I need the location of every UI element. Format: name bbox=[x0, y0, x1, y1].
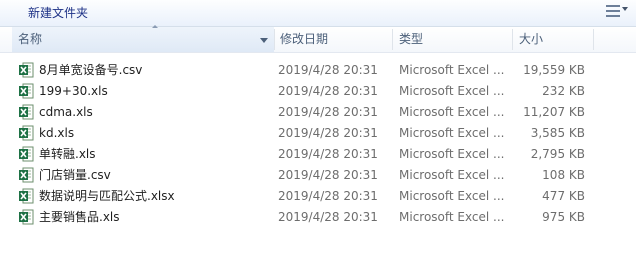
file-type: Microsoft Excel ... bbox=[399, 84, 505, 98]
file-row[interactable]: kd.xls 2019/4/28 20:31 Microsoft Excel .… bbox=[14, 123, 594, 144]
file-size: 232 KB bbox=[542, 84, 585, 98]
file-type: Microsoft Excel ... bbox=[399, 189, 505, 203]
file-size: 3,585 KB bbox=[530, 126, 585, 140]
file-size: 19,559 KB bbox=[523, 63, 585, 77]
file-type: Microsoft Excel ... bbox=[399, 147, 505, 161]
column-header-name-label: 名称 bbox=[18, 32, 43, 46]
column-header-size-label: 大小 bbox=[519, 32, 544, 46]
file-name: cdma.xls bbox=[39, 105, 93, 119]
file-type: Microsoft Excel ... bbox=[399, 126, 505, 140]
excel-file-icon bbox=[19, 125, 34, 141]
file-modified-date: 2019/4/28 20:31 bbox=[278, 189, 378, 203]
file-modified-date: 2019/4/28 20:31 bbox=[278, 84, 378, 98]
file-size: 108 KB bbox=[542, 168, 585, 182]
file-type: Microsoft Excel ... bbox=[399, 210, 505, 224]
column-header-date[interactable]: 修改日期 bbox=[274, 27, 391, 52]
file-type: Microsoft Excel ... bbox=[399, 168, 505, 182]
file-modified-date: 2019/4/28 20:31 bbox=[278, 147, 378, 161]
file-modified-date: 2019/4/28 20:31 bbox=[278, 105, 378, 119]
file-row[interactable]: cdma.xls 2019/4/28 20:31 Microsoft Excel… bbox=[14, 102, 594, 123]
command-bar: 新建文件夹 bbox=[0, 0, 636, 27]
file-name: 8月单宽设备号.csv bbox=[39, 63, 143, 77]
file-modified-date: 2019/4/28 20:31 bbox=[278, 210, 378, 224]
new-folder-button[interactable]: 新建文件夹 bbox=[22, 3, 94, 23]
excel-file-icon bbox=[19, 167, 34, 183]
view-options-icon[interactable] bbox=[606, 5, 620, 17]
file-row[interactable]: 8月单宽设备号.csv 2019/4/28 20:31 Microsoft Ex… bbox=[14, 60, 594, 81]
file-row[interactable]: 门店销量.csv 2019/4/28 20:31 Microsoft Excel… bbox=[14, 165, 594, 186]
sort-ascending-icon bbox=[152, 25, 158, 28]
column-header-type-label: 类型 bbox=[399, 32, 424, 46]
file-name: 199+30.xls bbox=[39, 84, 108, 98]
excel-file-icon bbox=[19, 188, 34, 204]
column-header-date-label: 修改日期 bbox=[280, 32, 329, 46]
file-size: 2,795 KB bbox=[530, 147, 585, 161]
file-name: 单转融.xls bbox=[39, 147, 96, 161]
column-header-size[interactable]: 大小 bbox=[513, 27, 593, 52]
excel-file-icon bbox=[19, 62, 34, 78]
file-row[interactable]: 单转融.xls 2019/4/28 20:31 Microsoft Excel … bbox=[14, 144, 594, 165]
column-header-bar: 名称 修改日期 类型 大小 bbox=[0, 25, 636, 53]
excel-file-icon bbox=[19, 146, 34, 162]
file-size: 477 KB bbox=[542, 189, 585, 203]
view-options-dropdown-icon[interactable] bbox=[622, 7, 628, 11]
column-header-name[interactable]: 名称 bbox=[12, 25, 274, 52]
file-type: Microsoft Excel ... bbox=[399, 63, 505, 77]
file-name: 主要销售品.xls bbox=[39, 210, 120, 224]
file-modified-date: 2019/4/28 20:31 bbox=[278, 126, 378, 140]
file-name: 数据说明与匹配公式.xlsx bbox=[39, 189, 175, 203]
file-size: 975 KB bbox=[542, 210, 585, 224]
file-name: kd.xls bbox=[39, 126, 75, 140]
excel-file-icon bbox=[19, 83, 34, 99]
file-row[interactable]: 数据说明与匹配公式.xlsx 2019/4/28 20:31 Microsoft… bbox=[14, 186, 594, 207]
column-filter-dropdown-icon[interactable] bbox=[260, 38, 268, 43]
file-row[interactable]: 199+30.xls 2019/4/28 20:31 Microsoft Exc… bbox=[14, 81, 594, 102]
column-header-type[interactable]: 类型 bbox=[393, 27, 511, 52]
file-modified-date: 2019/4/28 20:31 bbox=[278, 63, 378, 77]
excel-file-icon bbox=[19, 209, 34, 225]
excel-file-icon bbox=[19, 104, 34, 120]
file-row[interactable]: 主要销售品.xls 2019/4/28 20:31 Microsoft Exce… bbox=[14, 207, 594, 228]
file-modified-date: 2019/4/28 20:31 bbox=[278, 168, 378, 182]
file-name: 门店销量.csv bbox=[39, 168, 111, 182]
column-divider[interactable] bbox=[593, 29, 594, 50]
file-type: Microsoft Excel ... bbox=[399, 105, 505, 119]
file-size: 11,207 KB bbox=[523, 105, 585, 119]
